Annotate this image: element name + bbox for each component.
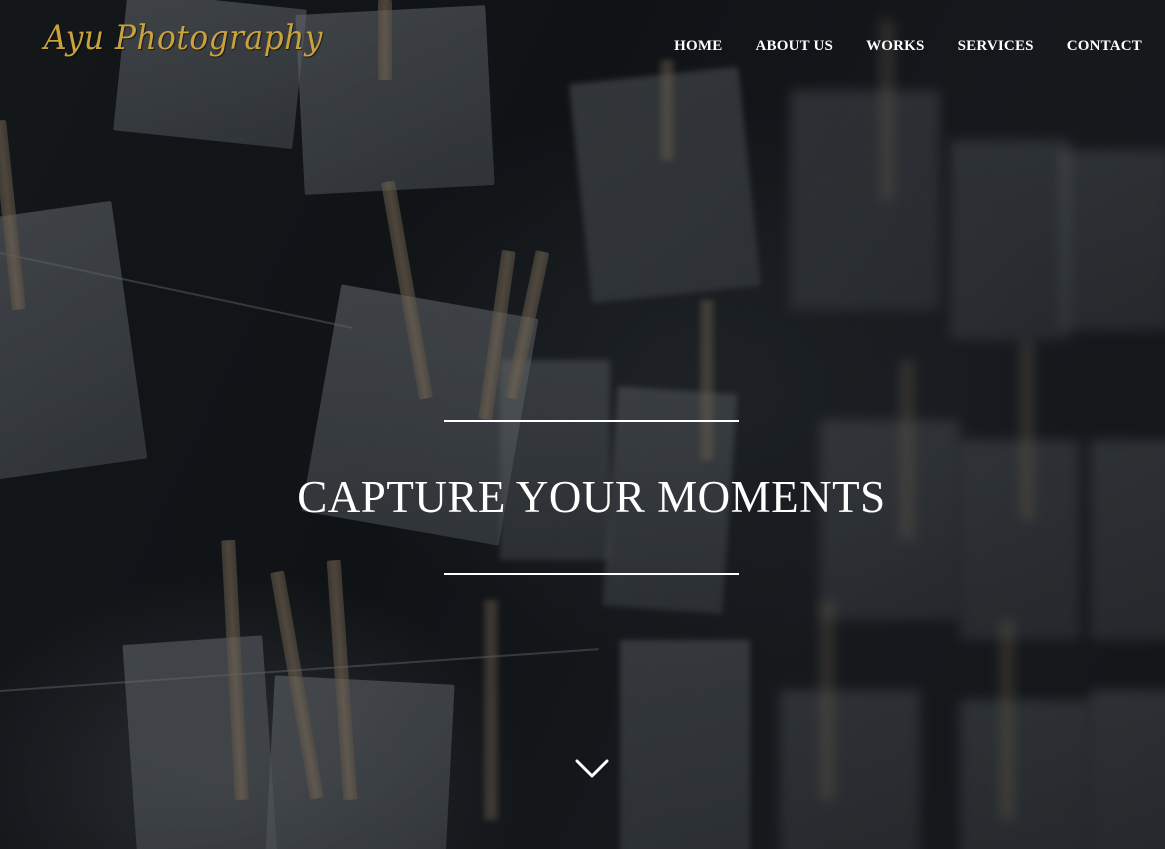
nav-item-home: HOME (674, 37, 722, 55)
chevron-down-icon (575, 759, 609, 778)
nav-link-works[interactable]: WORKS (866, 38, 925, 54)
nav-item-works: WORKS (866, 37, 925, 55)
site-logo[interactable]: Ayu Photography (44, 18, 323, 58)
hero-divider-top (444, 420, 739, 422)
main-navigation: HOME ABOUT US WORKS SERVICES CONTACT (674, 37, 1142, 55)
nav-link-home[interactable]: HOME (674, 38, 722, 54)
scroll-down-button[interactable] (573, 754, 611, 784)
nav-item-contact: CONTACT (1067, 37, 1142, 55)
nav-item-about-us: ABOUT US (755, 37, 833, 55)
hero-divider-bottom (444, 573, 739, 575)
nav-item-services: SERVICES (958, 37, 1034, 55)
nav-link-about-us[interactable]: ABOUT US (755, 38, 833, 54)
hero-title: CAPTURE YOUR MOMENTS (297, 472, 886, 522)
background-dark-overlay (0, 0, 1165, 849)
nav-link-services[interactable]: SERVICES (958, 38, 1034, 54)
nav-link-contact[interactable]: CONTACT (1067, 38, 1142, 54)
landing-page: Ayu Photography HOME ABOUT US WORKS SERV… (0, 0, 1165, 849)
